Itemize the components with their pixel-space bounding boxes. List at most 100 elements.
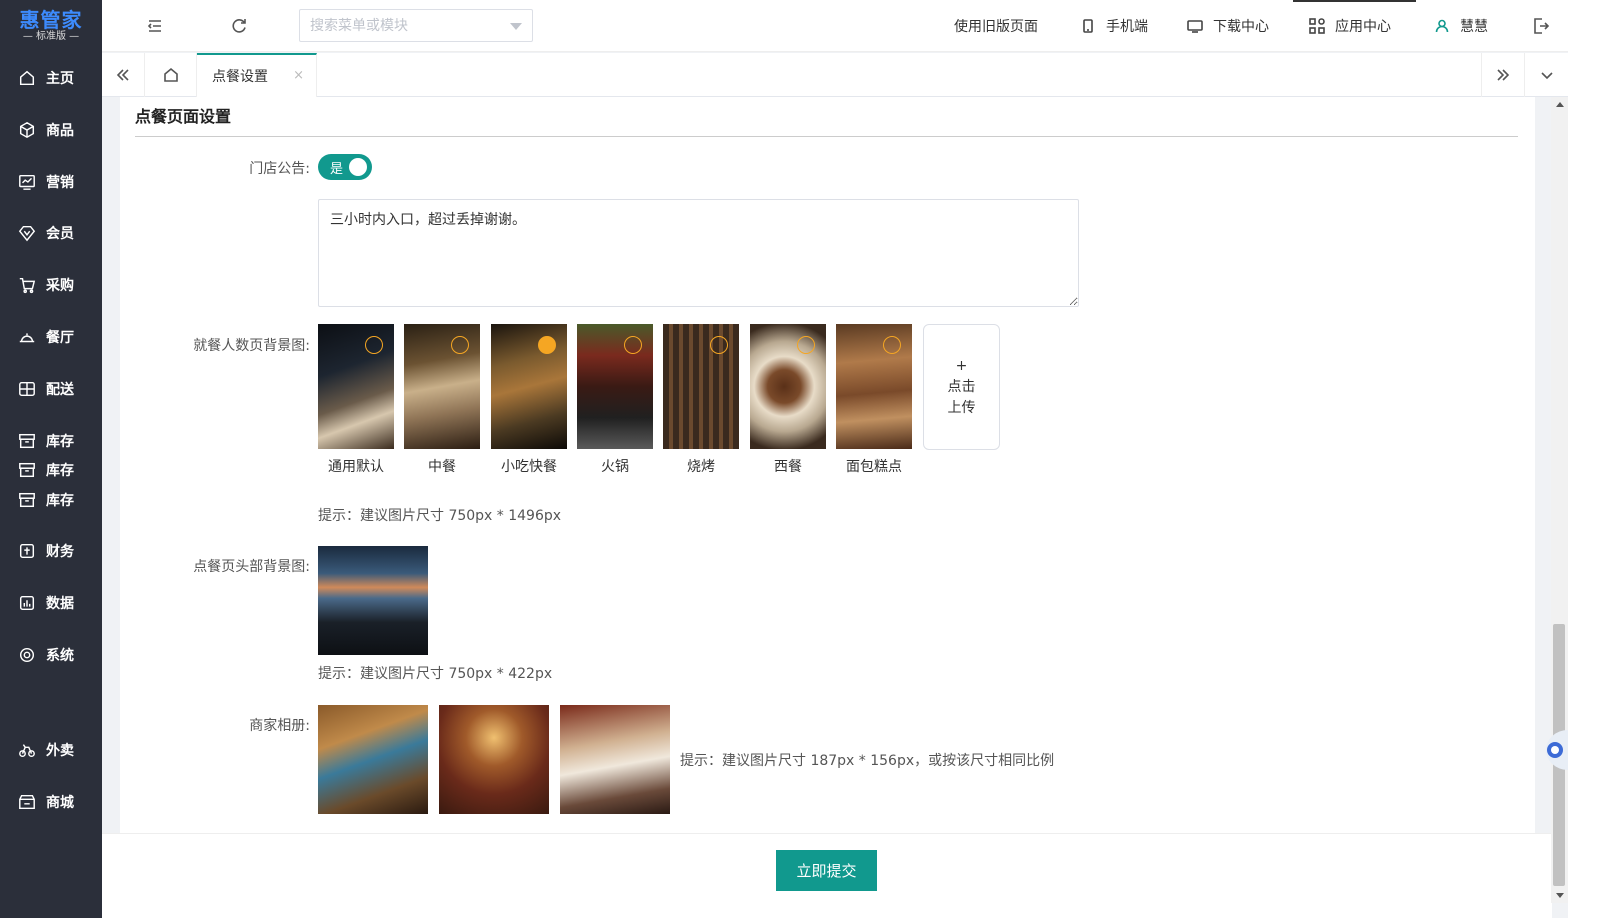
dish-icon	[19, 333, 35, 343]
user-menu[interactable]: 慧慧	[1434, 0, 1488, 52]
form-footer: 立即提交	[102, 833, 1552, 918]
sidebar-item-mall[interactable]: 商城	[0, 787, 102, 817]
bg-size-hint: 提示：建议图片尺寸 750px * 1496px	[318, 508, 562, 524]
sidebar-item-goods[interactable]: 商品	[0, 115, 102, 145]
sidebar-item-label: 外卖	[46, 743, 74, 759]
old-version-label: 使用旧版页面	[954, 19, 1038, 35]
radio-selected-icon[interactable]	[538, 336, 556, 354]
brand-edition: — 标准版 —	[22, 31, 80, 42]
sidebar-item-data[interactable]: 数据	[0, 588, 102, 618]
bg-option-chinese[interactable]	[404, 324, 480, 449]
finance-icon	[19, 543, 35, 559]
bg-caption: 面包糕点	[846, 459, 902, 475]
download-center-link[interactable]: 下载中心	[1187, 0, 1269, 52]
radio-icon[interactable]	[710, 336, 728, 354]
menu-search-select[interactable]	[299, 9, 533, 42]
sidebar-item-finance[interactable]: 财务	[0, 536, 102, 566]
bg-caption: 中餐	[428, 459, 456, 475]
sidebar-item-label: 会员	[46, 226, 74, 242]
bg-image-label: 就餐人数页背景图:	[193, 338, 310, 354]
box-icon	[19, 492, 35, 508]
header-bg-image[interactable]	[318, 546, 428, 655]
sidebar-item-label: 营销	[46, 175, 74, 191]
sidebar-item-system[interactable]: 系统	[0, 640, 102, 670]
tab-label: 点餐设置	[212, 69, 268, 85]
submit-button[interactable]: 立即提交	[776, 850, 877, 891]
user-name: 慧慧	[1460, 19, 1488, 35]
sidebar-item-label: 商城	[46, 795, 74, 811]
notice-textarea[interactable]: 三小时内入口，超过丢掉谢谢。	[318, 199, 1079, 307]
app-center-link[interactable]: 应用中心	[1309, 0, 1391, 52]
sidebar: 惠管家 — 标准版 — 主页 商品 营销 会员 采购 餐厅 配送 库存 库存 库…	[0, 0, 102, 918]
bg-option-general[interactable]	[318, 324, 394, 449]
sidebar-item-takeout[interactable]: 外卖	[0, 735, 102, 765]
sidebar-item-marketing[interactable]: 营销	[0, 167, 102, 197]
toggle-knob	[349, 158, 367, 176]
close-icon[interactable]: ×	[293, 68, 304, 83]
upload-button[interactable]: + 点击 上传	[923, 324, 1000, 450]
home-icon	[163, 67, 178, 82]
chevron-down-icon[interactable]	[510, 23, 522, 30]
header-bg-label: 点餐页头部背景图:	[193, 559, 310, 575]
tabs-scroll-right-button[interactable]	[1481, 53, 1524, 97]
tabs-dropdown-button[interactable]	[1524, 53, 1568, 97]
logout-icon[interactable]	[1531, 16, 1551, 36]
tabs-scroll-left-button[interactable]	[102, 53, 145, 97]
album-image-3[interactable]	[560, 705, 670, 814]
search-input[interactable]	[300, 10, 532, 41]
chevron-down-icon	[1540, 72, 1553, 80]
old-version-link[interactable]: 使用旧版页面	[954, 0, 1038, 52]
brand-logo[interactable]: 惠管家 — 标准版 —	[0, 0, 102, 52]
settings-icon	[19, 647, 35, 663]
bg-option-bakery[interactable]	[836, 324, 912, 449]
notice-toggle[interactable]: 是	[318, 154, 372, 180]
assistant-float-icon[interactable]	[1542, 728, 1568, 772]
sidebar-item-delivery[interactable]: 配送	[0, 374, 102, 404]
scroll-up-icon[interactable]	[1551, 97, 1568, 111]
sidebar-item-label: 库存	[46, 463, 74, 479]
bg-option-western[interactable]	[750, 324, 826, 449]
top-bar: 使用旧版页面 手机端 下载中心 应用中心 慧慧	[102, 0, 1568, 52]
sidebar-item-inventory-2[interactable]: 库存	[0, 455, 102, 485]
header-size-hint: 提示：建议图片尺寸 750px * 422px	[318, 666, 553, 682]
scroll-down-icon[interactable]	[1551, 889, 1568, 903]
bg-option-snack[interactable]	[491, 324, 567, 449]
box-icon	[19, 462, 35, 478]
sidebar-item-home[interactable]: 主页	[0, 63, 102, 93]
box-icon	[19, 433, 35, 449]
upload-label-line2: 上传	[947, 399, 976, 416]
cart-icon	[19, 277, 36, 294]
tab-order-settings[interactable]: 点餐设置 ×	[197, 53, 317, 97]
sidebar-item-label: 数据	[46, 596, 74, 612]
sidebar-item-inventory-3[interactable]: 库存	[0, 485, 102, 515]
user-icon	[1435, 19, 1449, 33]
sidebar-item-label: 系统	[46, 648, 74, 664]
bg-caption: 西餐	[774, 459, 802, 475]
sidebar-item-member[interactable]: 会员	[0, 218, 102, 248]
sidebar-item-label: 库存	[46, 434, 74, 450]
sidebar-item-purchase[interactable]: 采购	[0, 270, 102, 300]
bg-option-hotpot[interactable]	[577, 324, 653, 449]
section-divider	[135, 136, 1518, 137]
radio-icon[interactable]	[365, 336, 383, 354]
radio-icon[interactable]	[451, 336, 469, 354]
menu-collapse-icon[interactable]	[145, 16, 165, 36]
upload-label-line1: 点击	[947, 378, 976, 395]
sidebar-item-label: 商品	[46, 123, 74, 139]
album-image-2[interactable]	[439, 705, 549, 814]
tab-home[interactable]	[145, 53, 197, 97]
mobile-link[interactable]: 手机端	[1080, 0, 1148, 52]
radio-icon[interactable]	[624, 336, 642, 354]
bg-option-bbq[interactable]	[663, 324, 739, 449]
radio-icon[interactable]	[797, 336, 815, 354]
sidebar-item-label: 餐厅	[46, 330, 74, 346]
cube-icon	[19, 121, 35, 139]
sidebar-item-inventory-1[interactable]: 库存	[0, 426, 102, 456]
album-image-1[interactable]	[318, 705, 428, 814]
radio-icon[interactable]	[883, 336, 901, 354]
refresh-icon[interactable]	[229, 16, 249, 36]
double-chevron-left-icon	[116, 69, 129, 81]
double-chevron-right-icon	[1497, 69, 1510, 81]
sidebar-item-label: 配送	[46, 382, 74, 398]
sidebar-item-restaurant[interactable]: 餐厅	[0, 322, 102, 352]
